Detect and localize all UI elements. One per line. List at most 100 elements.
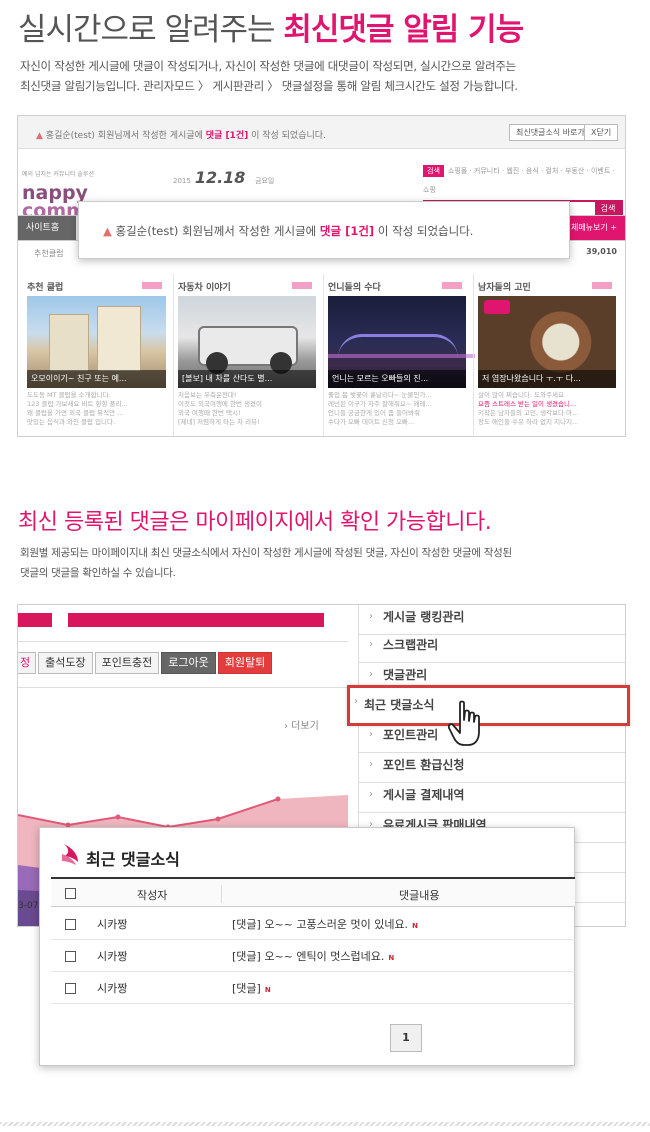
column-thumbnail[interactable]: 언니는 모르는 오빠들의 진...: [328, 296, 475, 388]
post-item[interactable]: 왜 클럽을 가면 외국 클럽 뮤직만 ...: [27, 409, 166, 418]
post-item[interactable]: 살이 많이 찌습니다. 도와주세요: [478, 391, 616, 400]
section2-title: 최신 등록된 댓글은 마이페이지에서 확인 가능합니다.: [18, 510, 492, 535]
chart-date-label: 3-07: [18, 901, 39, 911]
column-header-content: 댓글내용: [399, 889, 440, 902]
popup-text-pre: 홍길순(test) 회원님께서 작성한 게시글에: [115, 224, 320, 238]
search-links[interactable]: 쇼핑몰 · 커뮤니티 · 웹진 · 음식 · 컬처 · 부동산 · 이벤트 · …: [423, 167, 615, 194]
row-content[interactable]: [댓글] N: [232, 980, 271, 996]
column-title: 자동차 이야기: [174, 274, 320, 296]
menu-label: 댓글관리: [383, 668, 428, 682]
post-item[interactable]: 외국 여행때 한번 택시!: [178, 409, 316, 418]
menu-item-payment-history[interactable]: › 게시글 결제내역: [359, 783, 625, 813]
edit-button[interactable]: 정: [18, 652, 37, 674]
divider: [18, 687, 348, 688]
post-item[interactable]: 이것도 외국여행에 한번 생겼이: [178, 400, 316, 409]
post-item[interactable]: 요즘 스트레스 받는 일이 생겼습니...: [478, 400, 616, 409]
chart-point: [215, 816, 221, 822]
column-title: 남자들의 고민: [474, 274, 620, 296]
more-icon[interactable]: [442, 282, 462, 289]
flame-logo-icon: [62, 844, 78, 865]
table-header: 작성자 댓글내용: [51, 877, 575, 907]
post-item[interactable]: 도도동 MT 클럽을 소개합니다.: [27, 391, 166, 400]
nav-site-home[interactable]: 사이트홈: [18, 216, 76, 240]
title-highlight: 최신댓글 알림 기능: [283, 12, 524, 48]
bell-icon: ▲: [36, 131, 43, 141]
chevron-right-icon: ›: [369, 611, 373, 622]
visitor-count: 39,010: [586, 247, 617, 256]
chevron-right-icon: ›: [369, 669, 373, 680]
search-button[interactable]: 검색: [595, 202, 621, 216]
menu-item-post-ranking[interactable]: › 게시글 랭킹관리: [359, 605, 625, 635]
post-item[interactable]: 키작은 남자들의 고민, 생각보다 아...: [478, 409, 616, 418]
new-badge: N: [388, 954, 395, 962]
post-item[interactable]: 레넌된 이구가 자주 잘해줘요~ 왜레...: [328, 400, 466, 409]
post-list: 졸업 봄 벚꽃이 흩날리다~ 눈물인가... 레넌된 이구가 자주 잘해줘요~ …: [328, 391, 466, 427]
date-value: 12.18: [194, 168, 246, 187]
menu-item-point-refund[interactable]: › 포인트 환급신청: [359, 753, 625, 783]
close-notification-button[interactable]: X닫기: [584, 124, 619, 141]
menu-label: 포인트관리: [383, 728, 439, 742]
page-number-button[interactable]: 1: [390, 1024, 422, 1052]
table-row[interactable]: 시카짱 [댓글] N: [51, 972, 575, 1004]
board-column: 추천 클럽 오모이이기~ 친구 또는 예... 도도동 MT 클럽을 소개합니다…: [23, 274, 170, 436]
thumbnail-caption: [볼보] 내 차를 산다도 별...: [178, 370, 316, 388]
chevron-right-icon: ›: [369, 729, 373, 740]
menu-item-points[interactable]: › 포인트관리: [359, 723, 625, 753]
search-tag: 검색: [423, 165, 444, 177]
board-column: 남자들의 고민 저 염장나왔습니다 ㅜ.ㅜ 다... 살이 많이 찌습니다. 도…: [473, 274, 620, 436]
bottom-divider: [0, 1122, 650, 1126]
row-content-text: [댓글] 오~~ 고풍스러운 멋이 있네요.: [232, 918, 409, 931]
column-thumbnail[interactable]: 저 염장나왔습니다 ㅜ.ㅜ 다...: [478, 296, 616, 388]
column-header-writer: 작성자: [137, 889, 168, 902]
attendance-button[interactable]: 출석도장: [38, 652, 93, 674]
row-content[interactable]: [댓글] 오~~ 고풍스러운 멋이 있네요. N: [232, 916, 418, 932]
column-thumbnail[interactable]: [볼보] 내 차를 산다도 별...: [178, 296, 316, 388]
more-icon[interactable]: [142, 282, 162, 289]
chevron-right-icon: ›: [369, 789, 373, 800]
menu-item-scrap[interactable]: › 스크랩관리: [359, 633, 625, 663]
post-item[interactable]: 언니들 궁금한게 있어 좀 들어봐줘: [328, 409, 466, 418]
more-icon[interactable]: [592, 282, 612, 289]
post-item[interactable]: 맛있는 음식과 와인 클럽 입니다.: [27, 418, 166, 427]
board-column: 자동차 이야기 [볼보] 내 차를 산다도 별... 처음보는 우측운전대! 이…: [173, 274, 320, 436]
notification-text: ▲ 홍길순(test) 회원님께서 작성한 게시글에 댓글 [1건] 이 작성 …: [36, 128, 326, 141]
more-icon[interactable]: [292, 282, 312, 289]
row-checkbox[interactable]: [65, 983, 76, 994]
chevron-right-icon: ›: [369, 759, 373, 770]
table-row[interactable]: 시카짱 [댓글] 오~~ 고풍스러운 멋이 있네요. N: [51, 908, 575, 940]
divider: [18, 641, 348, 642]
divider: [221, 885, 222, 903]
column-title: 추천 클럽: [23, 274, 170, 296]
select-all-checkbox[interactable]: [65, 888, 76, 899]
notification-bar: ▲ 홍길순(test) 회원님께서 작성한 게시글에 댓글 [1건] 이 작성 …: [18, 116, 625, 149]
column-title-text: 자동차 이야기: [178, 283, 231, 293]
row-content[interactable]: [댓글] 오~~ 엔틱이 멋스럽네요. N: [232, 948, 394, 964]
post-list: 도도동 MT 클럽을 소개합니다. 123 클럽 가보세요 비트 향항 플리..…: [27, 391, 166, 427]
chart-point: [275, 796, 281, 802]
header-bar: [68, 613, 324, 627]
post-item[interactable]: 123 클럽 가보세요 비트 향항 플리...: [27, 400, 166, 409]
more-link[interactable]: › 더보기: [284, 717, 319, 732]
section1-title: 실시간으로 알려주는 최신댓글 알림 기능: [18, 4, 524, 49]
board-column: 언니들의 수다 언니는 모르는 오빠들의 진... 졸업 봄 벚꽃이 흩날리다~…: [323, 274, 475, 436]
row-checkbox[interactable]: [65, 919, 76, 930]
menu-label: 스크랩관리: [383, 638, 439, 652]
notif-pre: 홍길순(test) 회원님께서 작성한 게시글에: [45, 131, 206, 141]
thumbnail-caption: 언니는 모르는 오빠들의 진...: [328, 370, 466, 388]
post-item[interactable]: [제네] 저렴하게 타는 차 리뷰!: [178, 418, 316, 427]
mypage-button-row: 정 출석도장 포인트충전 로그아웃 회원탈퇴: [18, 652, 274, 674]
row-writer: 시카짱: [97, 918, 128, 931]
post-item[interactable]: 정도 애인들 수유 하라 없지 지나지...: [478, 418, 616, 427]
table-row[interactable]: 시카짱 [댓글] 오~~ 엔틱이 멋스럽네요. N: [51, 940, 575, 972]
date-weekday: 금요일: [255, 177, 275, 185]
post-item[interactable]: 수다가 오빠 데이트 신청 오빠...: [328, 418, 466, 427]
row-checkbox[interactable]: [65, 951, 76, 962]
point-charge-button[interactable]: 포인트충전: [94, 652, 160, 674]
logout-button[interactable]: 로그아웃: [161, 652, 216, 674]
post-item[interactable]: 처음보는 우측운전대!: [178, 391, 316, 400]
comment-notification-popup[interactable]: ▲ 홍길순(test) 회원님께서 작성한 게시글에 댓글 [1건] 이 작성 …: [78, 201, 570, 259]
post-item[interactable]: 졸업 봄 벚꽃이 흩날리다~ 눈물인가...: [328, 391, 466, 400]
withdraw-button[interactable]: 회원탈퇴: [217, 652, 273, 674]
column-thumbnail[interactable]: 오모이이기~ 친구 또는 예...: [27, 296, 166, 388]
post-list: 처음보는 우측운전대! 이것도 외국여행에 한번 생겼이 외국 여행때 한번 택…: [178, 391, 316, 427]
